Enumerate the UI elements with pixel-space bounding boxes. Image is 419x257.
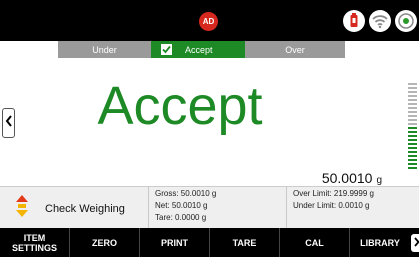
- item-settings-button[interactable]: ITEM SETTINGS: [0, 228, 70, 257]
- status-over: Over: [245, 41, 345, 58]
- max-capacity: Max 220 g: [73, 5, 116, 15]
- bargraph-segment: [408, 83, 417, 85]
- divider: [286, 186, 287, 228]
- model-label: Model: EXR224: [5, 5, 69, 15]
- status-accept: Accept: [151, 41, 245, 58]
- zero-button[interactable]: ZERO: [70, 228, 140, 257]
- bargraph-segment: [408, 135, 417, 137]
- bargraph-segment: [408, 131, 417, 133]
- bargraph-segment: [408, 87, 417, 89]
- under-limit: Under Limit: 0.0010 g: [293, 201, 370, 210]
- cal-button[interactable]: CAL: [280, 228, 350, 257]
- bargraph-segment: [408, 143, 417, 145]
- net-value: Net: 50.0010 g: [155, 201, 208, 210]
- item-settings-label-2: SETTINGS: [11, 242, 57, 253]
- scale-info: Model: EXR224 Max 220 g d= 0.0001 g: [5, 4, 115, 30]
- weight-details: Gross: 50.0010 g Net: 50.0010 g Tare: 0.…: [155, 188, 216, 224]
- user-name: Admin: [229, 5, 255, 15]
- divider: [148, 186, 149, 228]
- bargraph-segment: [408, 151, 417, 153]
- readability: d= 0.0001 g: [5, 18, 53, 28]
- bargraph-segment: [408, 111, 417, 113]
- bargraph-segment: [408, 159, 417, 161]
- bargraph-segment: [408, 147, 417, 149]
- tare-button[interactable]: TARE: [210, 228, 280, 257]
- bargraph-segment: [408, 127, 417, 129]
- status-accept-label: Accept: [185, 44, 213, 55]
- gross-value: Gross: 50.0010 g: [155, 189, 217, 198]
- bargraph-segment: [408, 123, 417, 125]
- bargraph: [408, 83, 417, 173]
- bargraph-segment: [408, 95, 417, 97]
- library-button[interactable]: LIBRARY: [350, 228, 410, 257]
- bargraph-segment: [408, 139, 417, 141]
- user-avatar[interactable]: AD: [199, 12, 218, 31]
- bargraph-segment: [408, 119, 417, 121]
- usb-icon[interactable]: [343, 10, 365, 32]
- bargraph-segment: [408, 107, 417, 109]
- level-icon[interactable]: [395, 10, 417, 32]
- print-button[interactable]: PRINT: [140, 228, 210, 257]
- tare-value: Tare: 0.0000 g: [155, 213, 207, 222]
- weight-readout: 50.0010 g: [322, 170, 382, 186]
- weight-unit: g: [376, 175, 382, 186]
- check-weighing-icon: [15, 194, 29, 218]
- bargraph-segment: [408, 99, 417, 101]
- limits: Over Limit: 219.9999 g Under Limit: 0.00…: [293, 188, 374, 212]
- mode-label[interactable]: Check Weighing: [45, 203, 125, 215]
- bargraph-segment: [408, 155, 417, 157]
- bargraph-segment: [408, 163, 417, 165]
- item-settings-label-1: ITEM: [23, 232, 46, 243]
- result-text: Accept: [97, 76, 263, 136]
- check-icon: [161, 44, 172, 55]
- weight-value: 50.0010: [321, 170, 373, 186]
- bargraph-segment: [408, 167, 417, 169]
- status-under: Under: [58, 41, 151, 58]
- user-info: Admin 2025-Jul-01 16:19:54 Tuesday: [229, 4, 337, 30]
- bargraph-segment: [408, 103, 417, 105]
- date-time: 2025-Jul-01 16:19:54 Tuesday: [229, 19, 338, 28]
- bargraph-segment: [408, 115, 417, 117]
- bargraph-segment: [408, 91, 417, 93]
- wifi-icon[interactable]: [369, 10, 391, 32]
- over-limit: Over Limit: 219.9999 g: [293, 189, 374, 198]
- more-button[interactable]: [411, 234, 419, 252]
- chevron-right-icon: [413, 234, 419, 252]
